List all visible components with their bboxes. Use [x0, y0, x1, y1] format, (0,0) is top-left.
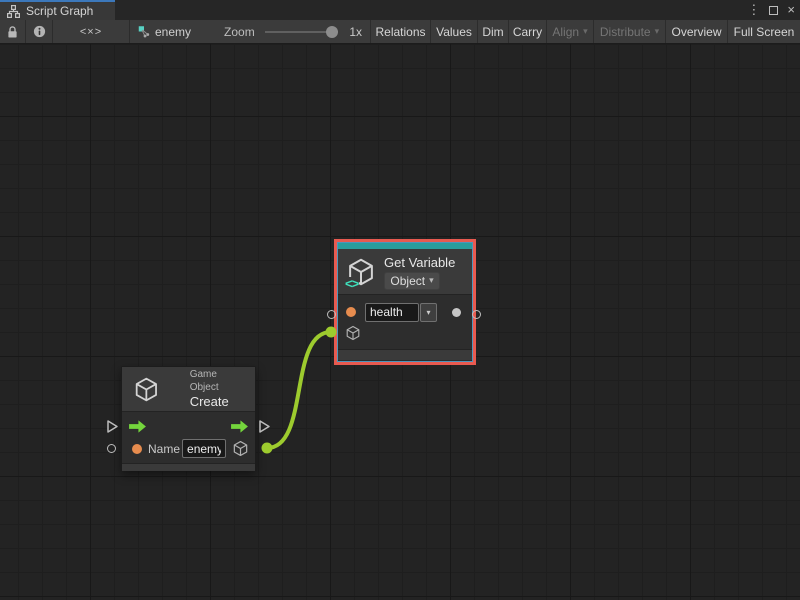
carry-button[interactable]: Carry	[509, 20, 547, 43]
value-output-dot[interactable]	[452, 308, 461, 317]
code-view-button[interactable]: <×>	[53, 20, 130, 43]
flow-input-port[interactable]	[106, 419, 119, 434]
node-title: Create	[190, 394, 244, 410]
name-input[interactable]	[182, 439, 226, 458]
breadcrumb-zoom-segment: enemy Zoom 1x	[130, 20, 371, 43]
name-port-dot[interactable]	[132, 444, 142, 454]
flow-in-arrow-icon	[127, 419, 148, 434]
get-variable-footer	[338, 349, 472, 360]
create-node-body: Name	[122, 411, 255, 463]
window-controls: ⋮ ×	[747, 0, 795, 20]
node-title: Get Variable	[384, 254, 455, 271]
variable-picker-button[interactable]: ▾	[420, 303, 437, 322]
chevron-down-icon: ▾	[583, 26, 588, 37]
lock-button[interactable]	[0, 20, 26, 43]
create-node-header: Game Object Create	[122, 367, 255, 411]
overview-button[interactable]: Overview	[666, 20, 728, 43]
window-menu-icon[interactable]: ⋮	[747, 0, 760, 20]
game-object-output-cube-icon[interactable]	[232, 440, 249, 457]
variable-name-input-port[interactable]	[327, 310, 336, 319]
code-badge-icon: <>	[344, 277, 359, 290]
tab-script-graph[interactable]: Script Graph	[0, 0, 115, 20]
flow-out-arrow-icon	[229, 419, 250, 434]
dim-button[interactable]: Dim	[478, 20, 509, 43]
cube-icon	[133, 375, 160, 404]
breadcrumb-graph-name[interactable]: enemy	[155, 25, 191, 39]
graph-toolbar: <×> enemy Zoom 1x Relations Values Dim C…	[0, 20, 800, 44]
script-graph-icon	[7, 5, 20, 18]
title-bar: Script Graph ⋮ ×	[0, 0, 800, 20]
info-button[interactable]	[26, 20, 53, 43]
lock-icon	[6, 25, 19, 39]
node-get-variable[interactable]: <> Get Variable Object ▾ ▾	[338, 243, 472, 361]
object-input-cube-icon[interactable]	[345, 325, 361, 341]
node-category: Game Object	[190, 368, 244, 394]
distribute-button[interactable]: Distribute ▾	[594, 20, 666, 43]
chevron-down-icon: ▾	[429, 275, 434, 286]
full-screen-button[interactable]: Full Screen	[728, 20, 800, 43]
zoom-slider[interactable]	[265, 26, 339, 38]
variable-name-port-dot[interactable]	[346, 307, 356, 317]
chevron-down-icon: ▾	[655, 26, 660, 37]
chevron-down-icon: ▾	[426, 308, 430, 317]
node-game-object-create[interactable]: Game Object Create Name	[121, 366, 256, 471]
flow-output-port[interactable]	[258, 419, 271, 434]
create-node-footer	[122, 463, 255, 471]
variable-scope-dropdown[interactable]: Object ▾	[384, 272, 440, 290]
value-output-port[interactable]	[472, 310, 481, 319]
zoom-label: Zoom	[224, 25, 255, 39]
node-get-variable-selected[interactable]: <> Get Variable Object ▾ ▾	[334, 239, 476, 365]
code-icon: <×>	[80, 26, 102, 38]
variable-name-input[interactable]	[365, 303, 419, 322]
values-button[interactable]: Values	[431, 20, 478, 43]
name-port-label: Name	[148, 442, 180, 456]
selection-inner-border: <> Get Variable Object ▾ ▾	[337, 242, 473, 362]
align-button[interactable]: Align ▾	[547, 20, 594, 43]
get-variable-header: <> Get Variable Object ▾	[338, 249, 472, 294]
tab-title: Script Graph	[26, 4, 93, 18]
zoom-slider-handle[interactable]	[326, 26, 338, 38]
name-input-port[interactable]	[107, 444, 116, 453]
maximize-icon[interactable]	[769, 6, 778, 15]
get-variable-body: ▾	[338, 294, 472, 349]
relations-button[interactable]: Relations	[371, 20, 431, 43]
info-icon	[33, 25, 46, 38]
graph-breadcrumb-icon	[138, 24, 150, 39]
close-icon[interactable]: ×	[787, 0, 795, 20]
zoom-value: 1x	[349, 25, 362, 39]
